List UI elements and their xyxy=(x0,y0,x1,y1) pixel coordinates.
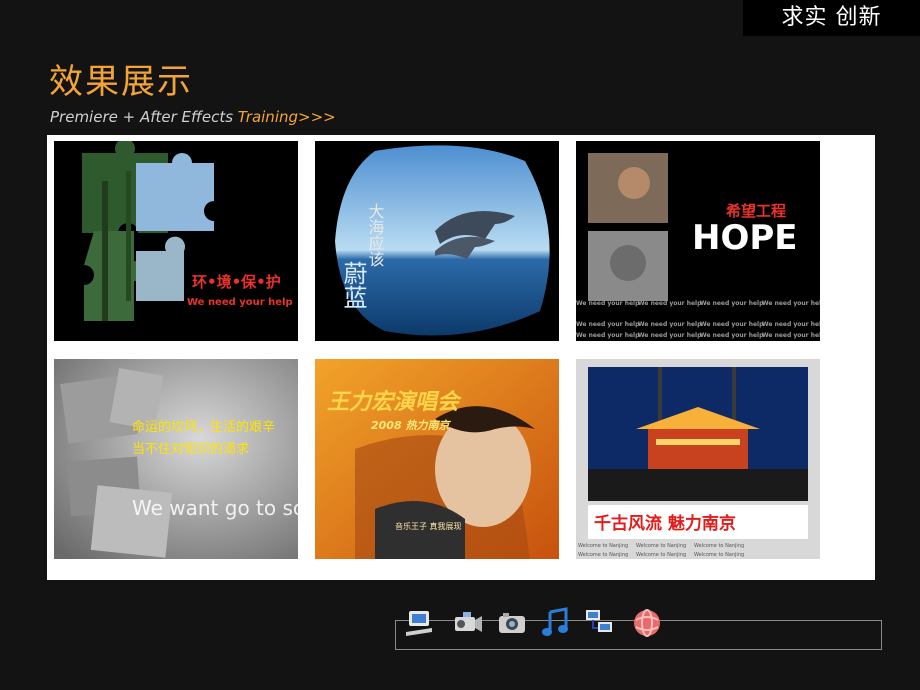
globe-icon[interactable] xyxy=(630,606,664,640)
hope-repeat-1: We need your help xyxy=(576,300,640,307)
nanjing-cn-text: 千古风流 魅力南京 xyxy=(594,513,736,534)
school-cn-line2: 当不住对知识的渴求 xyxy=(132,441,249,457)
concert-tag-text: 音乐王子 真我展现 xyxy=(395,521,462,531)
school-en-text: We want go to schoo xyxy=(132,496,298,520)
hope-repeat-2: We need your help xyxy=(638,300,702,307)
thumbnail-school[interactable]: 命运的坎坷，生活的艰辛 当不住对知识的渴求 We want go to scho… xyxy=(54,359,298,559)
nanjing-artwork: 千古风流 魅力南京 Welcome to Nanjing Welcome to … xyxy=(576,359,820,559)
thumbnail-dolphin[interactable]: 大海应该 蔚蓝 xyxy=(315,141,559,341)
concert-cn-text: 王力宏演唱会 xyxy=(327,389,462,415)
nanjing-repeat-1: Welcome to Nanjing xyxy=(578,543,628,549)
thumbnail-concert[interactable]: 王力宏演唱会 2008 热力南京 音乐王子 真我展现 xyxy=(315,359,559,559)
computer-icon[interactable] xyxy=(402,606,436,640)
hope-repeat-5: We need your help xyxy=(576,321,640,328)
dolphin-vertical-a: 大海应该 xyxy=(366,203,385,267)
hope-repeat-10: We need your help xyxy=(638,332,702,339)
hope-repeat-6: We need your help xyxy=(638,321,702,328)
hope-repeat-9: We need your help xyxy=(576,332,640,339)
concert-year-text: 2008 热力南京 xyxy=(371,419,451,432)
puzzle-en-text: We need your help xyxy=(187,297,293,308)
hope-repeat-12: We need your help xyxy=(762,332,820,339)
hope-repeat-3: We need your help xyxy=(700,300,764,307)
puzzle-cn-text: 环•境•保•护 xyxy=(192,273,281,291)
hope-en-text: HOPE xyxy=(692,218,798,258)
music-note-icon[interactable] xyxy=(538,606,572,640)
thumbnail-hope[interactable]: 希望工程 HOPE We need your help We need your… xyxy=(576,141,820,341)
dolphin-artwork: 大海应该 蔚蓝 xyxy=(315,141,559,341)
concert-artwork: 王力宏演唱会 2008 热力南京 音乐王子 真我展现 xyxy=(315,359,559,559)
nanjing-repeat-3: Welcome to Nanjing xyxy=(694,543,744,549)
slogan-badge: 求实 创新 xyxy=(743,0,920,36)
hope-repeat-8: We need your help xyxy=(762,321,820,328)
dolphin-vertical-b: 蔚蓝 xyxy=(339,261,367,309)
camera-icon[interactable] xyxy=(495,606,529,640)
nanjing-repeat-4: Welcome to Nanjing xyxy=(578,552,628,558)
thumbnail-nanjing[interactable]: 千古风流 魅力南京 Welcome to Nanjing Welcome to … xyxy=(576,359,820,559)
school-artwork: 命运的坎坷，生活的艰辛 当不住对知识的渴求 We want go to scho… xyxy=(54,359,298,559)
hope-repeat-7: We need your help xyxy=(700,321,764,328)
hope-repeat-4: We need your help xyxy=(762,300,820,307)
hope-repeat-11: We need your help xyxy=(700,332,764,339)
puzzle-artwork: 环•境•保•护 We need your help xyxy=(54,141,298,341)
subtitle-highlight: Training>>> xyxy=(237,108,336,126)
camcorder-icon[interactable] xyxy=(451,606,485,640)
page-subtitle: Premiere + After Effects Training>>> xyxy=(50,108,336,126)
thumbnail-puzzle[interactable]: 环•境•保•护 We need your help xyxy=(54,141,298,341)
school-cn-line1: 命运的坎坷，生活的艰辛 xyxy=(132,419,275,435)
nanjing-repeat-5: Welcome to Nanjing xyxy=(636,552,686,558)
page-title: 效果展示 xyxy=(49,62,193,102)
hope-artwork: 希望工程 HOPE We need your help We need your… xyxy=(576,141,820,341)
subtitle-prefix: Premiere + After Effects xyxy=(50,108,238,126)
network-icon[interactable] xyxy=(582,606,616,640)
nanjing-repeat-6: Welcome to Nanjing xyxy=(694,552,744,558)
nanjing-repeat-2: Welcome to Nanjing xyxy=(636,543,686,549)
